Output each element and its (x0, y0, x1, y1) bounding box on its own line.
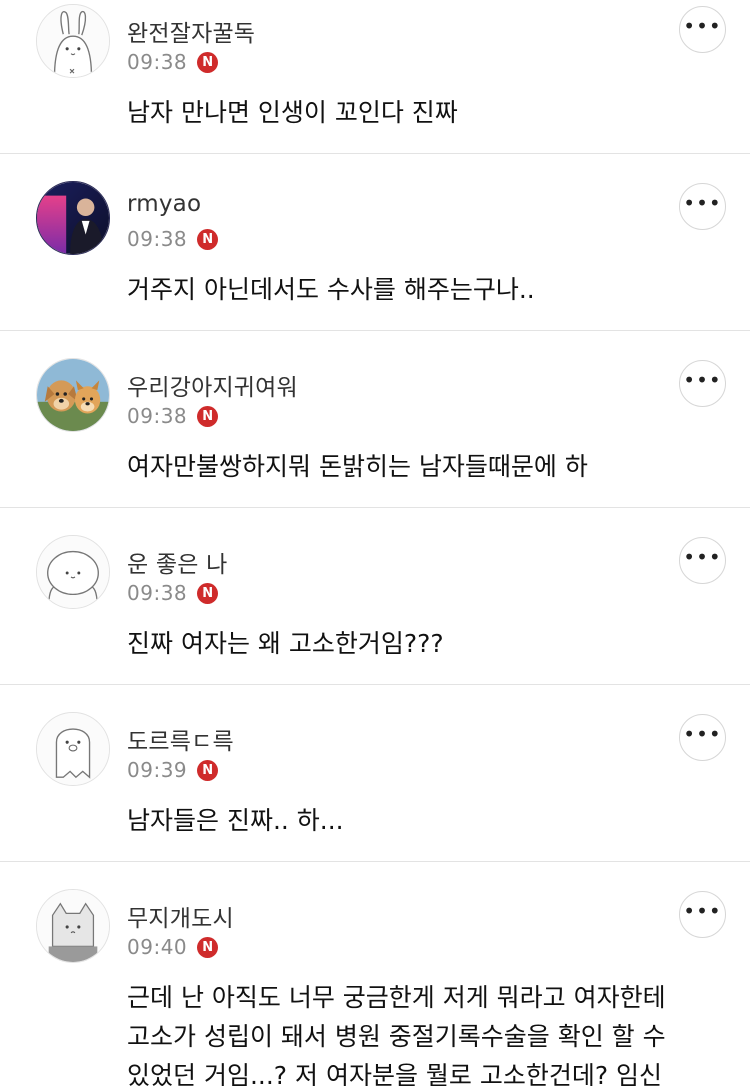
more-options-button[interactable]: ••• (679, 714, 726, 761)
timestamp: 09:40 (127, 935, 188, 959)
nickname[interactable]: 우리강아지귀여워 (127, 368, 298, 402)
comment-item: 우리강아지귀여워 09:38 N ••• 여자만불쌍하지뭐 돈밝히는 남자들때문… (0, 354, 750, 508)
more-options-button[interactable]: ••• (679, 183, 726, 230)
more-icon: ••• (683, 544, 722, 569)
round-face-avatar-icon (37, 536, 109, 608)
more-icon: ••• (683, 190, 722, 215)
avatar[interactable] (36, 181, 110, 255)
comment-meta: 09:38 N (127, 403, 219, 429)
more-options-button[interactable]: ••• (679, 537, 726, 584)
avatar[interactable] (36, 712, 110, 786)
ghost-avatar-icon (37, 713, 109, 785)
comment-item: 운 좋은 나 09:38 N ••• 진짜 여자는 왜 고소한거임??? (0, 531, 750, 685)
new-badge: N (197, 405, 219, 427)
comment-text: 진짜 여자는 왜 고소한거임??? (127, 629, 444, 658)
new-badge: N (197, 759, 219, 781)
new-badge: N (197, 582, 219, 604)
photo-avatar-icon (37, 182, 109, 254)
avatar[interactable] (36, 4, 110, 78)
more-options-button[interactable]: ••• (679, 6, 726, 53)
nickname[interactable]: 무지개도시 (127, 899, 234, 933)
comment-meta: 09:38 N (127, 580, 219, 606)
more-icon: ••• (683, 13, 722, 38)
comment-text: 거주지 아닌데서도 수사를 해주는구나.. (127, 275, 535, 304)
comment-text: 남자 만나면 인생이 꼬인다 진짜 (127, 98, 458, 127)
comment-item: 완전잘자꿀독 09:38 N ••• 남자 만나면 인생이 꼬인다 진짜 (0, 0, 750, 154)
timestamp: 09:38 (127, 227, 188, 251)
more-icon: ••• (683, 367, 722, 392)
timestamp: 09:38 (127, 404, 188, 428)
timestamp: 09:38 (127, 581, 188, 605)
comment-item: 도르륵ㄷ륵 09:39 N ••• 남자들은 진짜.. 하... (0, 708, 750, 862)
timestamp: 09:39 (127, 758, 188, 782)
timestamp: 09:38 (127, 50, 188, 74)
nickname[interactable]: 도르륵ㄷ륵 (127, 722, 234, 756)
more-icon: ••• (683, 898, 722, 923)
avatar[interactable] (36, 535, 110, 609)
comment-text: 남자들은 진짜.. 하... (127, 806, 344, 835)
new-badge: N (197, 936, 219, 958)
nickname[interactable]: 운 좋은 나 (127, 545, 227, 579)
more-options-button[interactable]: ••• (679, 360, 726, 407)
comment-text: 여자만불쌍하지뭐 돈밝히는 남자들때문에 하 (127, 452, 588, 481)
new-badge: N (197, 51, 219, 73)
comment-meta: 09:38 N (127, 226, 219, 252)
more-options-button[interactable]: ••• (679, 891, 726, 938)
cat-avatar-icon (37, 890, 109, 962)
avatar[interactable] (36, 358, 110, 432)
comment-list: 완전잘자꿀독 09:38 N ••• 남자 만나면 인생이 꼬인다 진짜 rmy… (0, 0, 750, 1086)
comment-text: 근데 난 아직도 너무 궁금한게 저게 뭐라고 여자한테 고소가 성립이 돼서 … (127, 983, 666, 1086)
nickname[interactable]: 완전잘자꿀독 (127, 14, 255, 48)
more-icon: ••• (683, 721, 722, 746)
comment-meta: 09:39 N (127, 757, 219, 783)
new-badge: N (197, 228, 219, 250)
comment-item: 무지개도시 09:40 N ••• 근데 난 아직도 너무 궁금한게 저게 뭐라… (0, 885, 750, 1086)
comment-meta: 09:38 N (127, 49, 219, 75)
nickname[interactable]: rmyao (127, 191, 201, 217)
dog-avatar-icon (37, 359, 109, 431)
comment-item: rmyao 09:38 N ••• 거주지 아닌데서도 수사를 해주는구나.. (0, 177, 750, 331)
bunny-avatar-icon (37, 5, 109, 77)
comment-meta: 09:40 N (127, 934, 219, 960)
avatar[interactable] (36, 889, 110, 963)
